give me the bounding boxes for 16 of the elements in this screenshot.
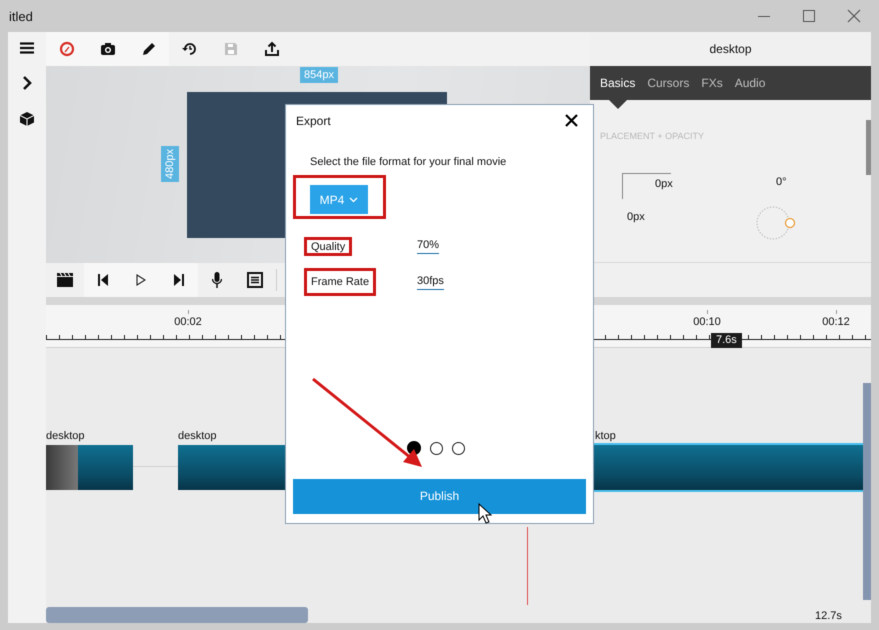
format-prompt: Select the file format for your final movie xyxy=(310,156,508,168)
width-label: 854px xyxy=(300,67,338,83)
time-tick-label: 00:02 xyxy=(174,315,202,328)
time-tick-label: 00:12 xyxy=(822,315,850,328)
setting-label: Quality xyxy=(311,240,346,252)
setting-label: Frame Rate xyxy=(311,276,370,288)
height-label: 480px xyxy=(161,146,179,182)
clip-label: ktop xyxy=(595,430,616,442)
window-title: itled xyxy=(8,8,34,24)
clip-label: desktop xyxy=(46,430,85,442)
panel-title: desktop xyxy=(709,42,752,56)
clip-label: desktop xyxy=(178,430,217,442)
duration-label: 12.7s xyxy=(815,610,842,622)
section-heading: PLACEMENT + OPACITY xyxy=(600,131,704,141)
dialog-title: Export xyxy=(296,114,331,128)
time-tick-label: 00:10 xyxy=(693,315,721,328)
